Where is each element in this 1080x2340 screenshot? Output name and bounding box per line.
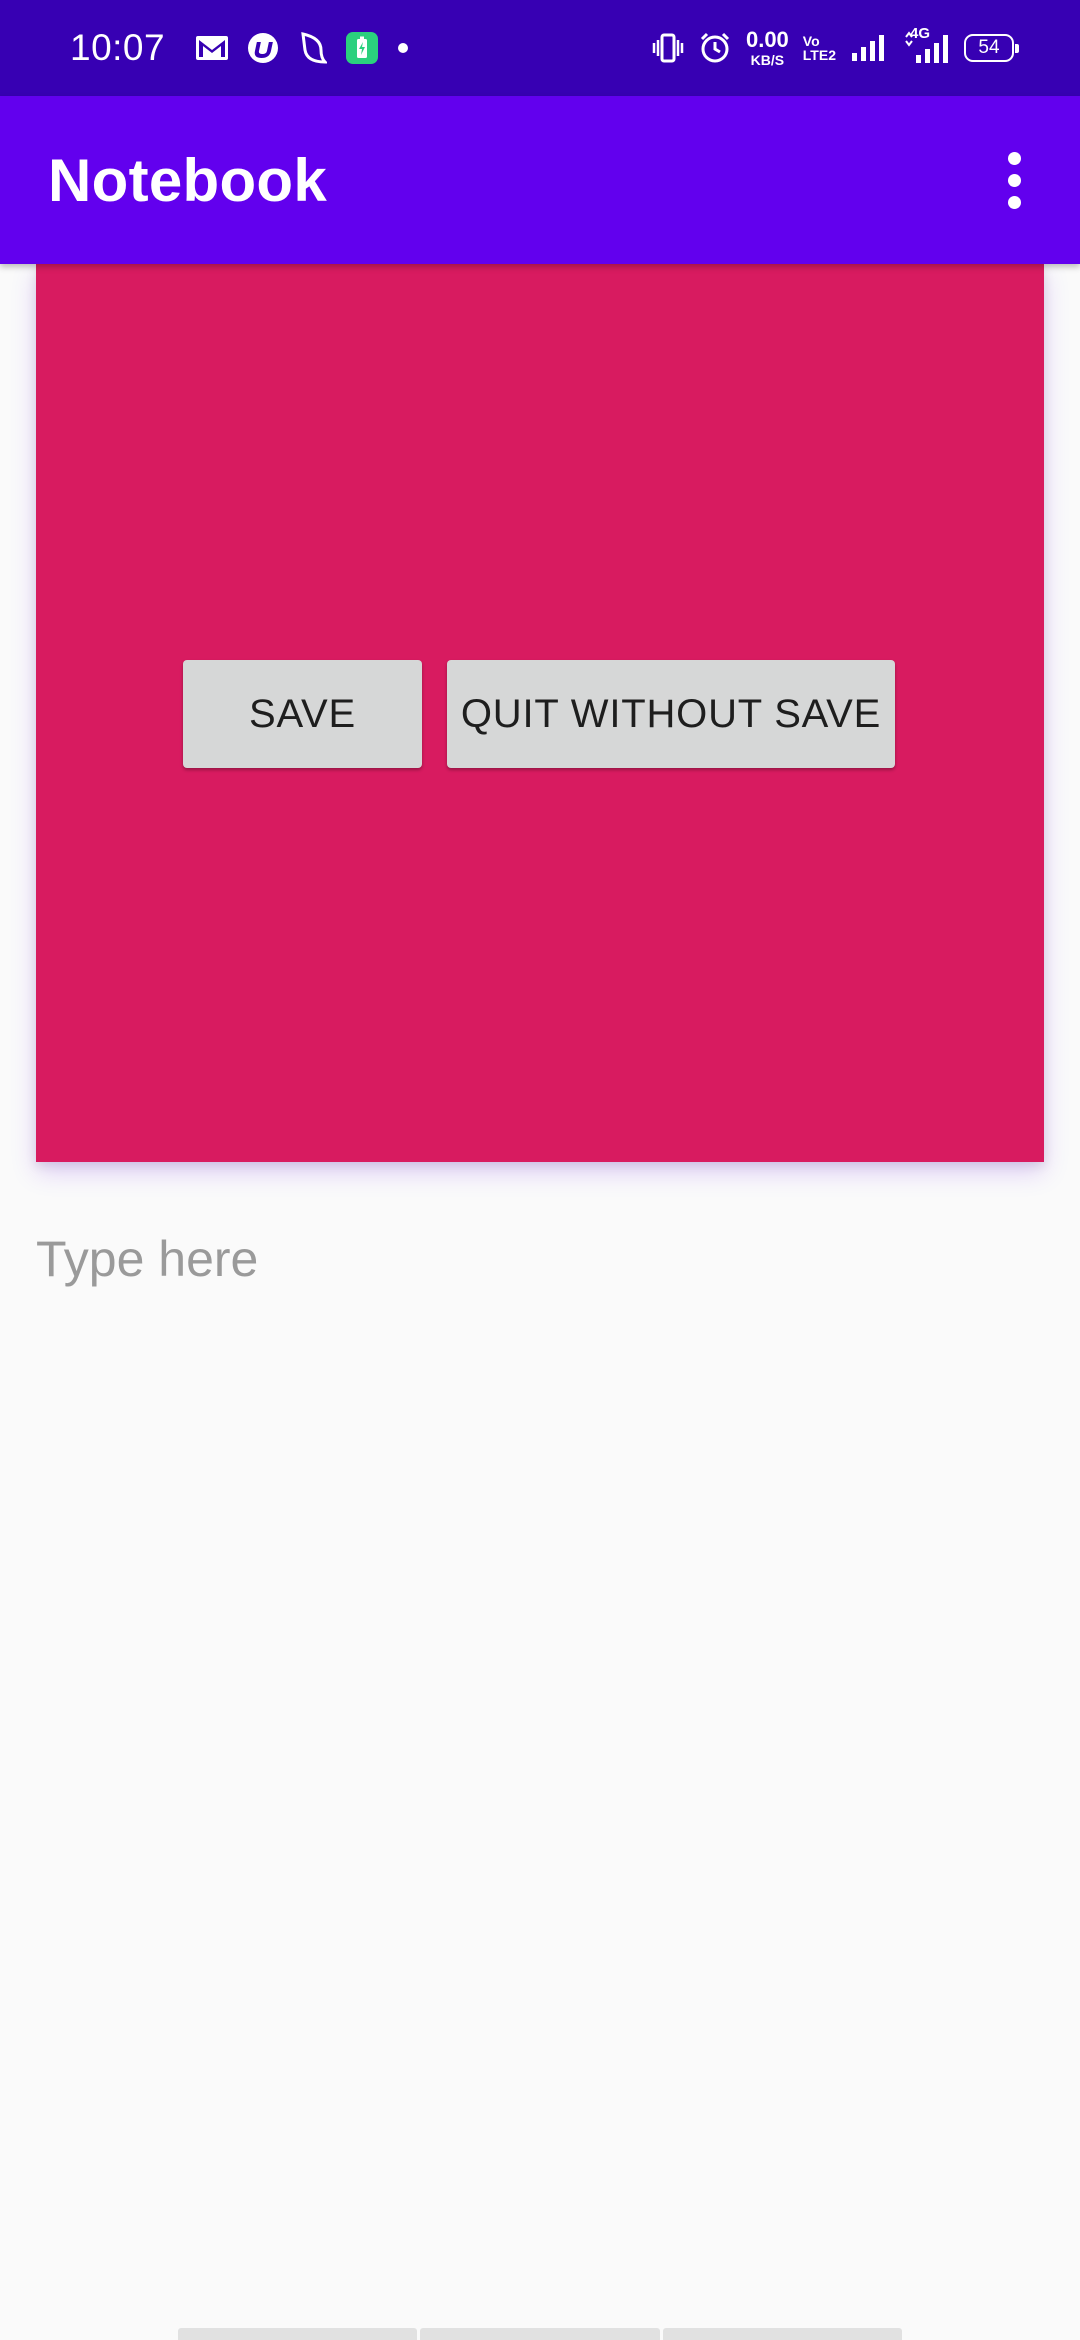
signal-4g-icon: 4G — [904, 25, 950, 65]
vibrate-icon — [652, 33, 684, 63]
overflow-menu-icon[interactable] — [974, 130, 1054, 230]
battery-saver-icon — [345, 31, 379, 65]
network-speed-unit: KB/S — [750, 52, 785, 68]
network-speed: 0.00 KB/S — [745, 27, 789, 68]
action-panel: SAVE QUIT WITHOUT SAVE — [36, 264, 1044, 1162]
app-title: Notebook — [48, 146, 328, 214]
volte-bottom: LTE2 — [802, 47, 836, 63]
quit-without-save-button[interactable]: QUIT WITHOUT SAVE — [447, 660, 895, 768]
moon-icon — [297, 32, 328, 64]
status-bar: 10:07 0.00 KB/S Vo LTE2 4G 54 — [0, 0, 1080, 96]
status-time: 10:07 — [70, 27, 166, 68]
network-type-label: 4G — [910, 25, 931, 42]
battery-level: 54 — [978, 37, 1000, 58]
network-speed-value: 0.00 — [745, 27, 789, 52]
app-u-icon — [247, 32, 279, 64]
app-bar: Notebook — [0, 96, 1080, 264]
gmail-icon — [195, 35, 229, 61]
volte-indicator: Vo LTE2 — [803, 34, 836, 62]
navigation-gesture-bar[interactable] — [178, 2328, 902, 2340]
signal-icon — [850, 33, 890, 63]
save-button[interactable]: SAVE — [183, 660, 422, 768]
status-bar-left: 10:07 — [70, 27, 427, 69]
alarm-icon — [698, 31, 732, 65]
status-bar-right: 0.00 KB/S Vo LTE2 4G 54 — [652, 25, 1019, 68]
volte-top: Vo — [802, 33, 820, 49]
note-input[interactable] — [36, 1230, 1044, 2280]
battery-icon: 54 — [964, 34, 1019, 62]
dot-icon — [397, 42, 409, 54]
